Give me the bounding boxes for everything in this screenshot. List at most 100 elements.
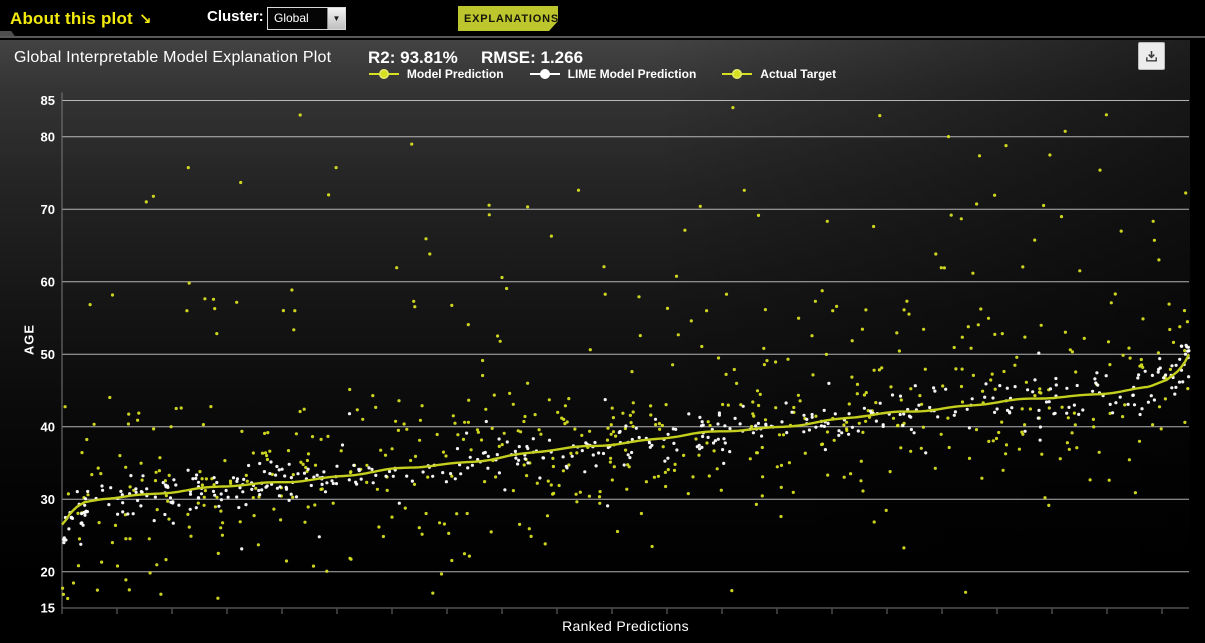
data-point-actual [455, 512, 459, 516]
data-point-lime [785, 431, 789, 435]
data-point-actual [842, 423, 846, 427]
data-point-lime [878, 401, 882, 405]
data-point-actual [220, 533, 224, 537]
data-point-actual [993, 387, 997, 391]
data-point-lime [244, 503, 248, 507]
data-point-actual [390, 447, 394, 451]
data-point-lime [823, 448, 828, 452]
cluster-select[interactable]: Global ▼ [267, 7, 346, 30]
y-tick-label: 60 [41, 274, 55, 289]
data-point-actual [939, 266, 943, 270]
data-point-lime [196, 496, 200, 500]
data-point-actual [682, 453, 686, 457]
data-point-lime [1093, 377, 1097, 381]
data-point-actual [686, 492, 690, 496]
data-point-lime [330, 479, 334, 483]
data-point-actual [941, 384, 945, 388]
data-point-lime [1178, 357, 1182, 361]
data-point-lime [1126, 402, 1130, 406]
data-point-actual [85, 437, 89, 442]
select-dropdown-arrow-icon[interactable]: ▼ [327, 8, 345, 29]
data-point-lime [277, 494, 281, 498]
data-point-lime [541, 456, 545, 460]
data-point-actual [831, 309, 835, 313]
data-point-actual [666, 468, 670, 472]
explanations-button[interactable]: EXPLANATIONS [458, 6, 558, 31]
data-point-actual [71, 581, 76, 585]
data-point-actual [498, 339, 502, 343]
data-point-lime [723, 441, 727, 445]
data-point-actual [847, 402, 851, 406]
data-point-lime [284, 486, 289, 491]
data-point-lime [917, 403, 921, 407]
data-point-actual [202, 495, 206, 499]
data-point-actual [574, 492, 578, 496]
data-point-lime [850, 425, 855, 429]
data-point-actual [1157, 405, 1162, 409]
scatter-plot-canvas[interactable]: 15 20 30 40 50 60 70 80 85 [0, 40, 1205, 643]
data-point-lime [260, 488, 264, 492]
data-point-actual [919, 446, 923, 450]
data-point-lime [79, 542, 83, 546]
data-point-lime [188, 492, 193, 496]
data-point-actual [949, 213, 953, 217]
data-point-lime [453, 477, 457, 481]
data-point-actual [487, 213, 491, 217]
data-point-lime [449, 472, 453, 476]
data-point-actual [61, 592, 65, 597]
data-point-actual [1067, 447, 1071, 451]
data-point-actual [874, 401, 878, 405]
data-point-actual [292, 328, 296, 332]
data-point-lime [274, 473, 278, 477]
data-point-lime [697, 443, 701, 447]
data-point-actual [167, 473, 171, 477]
data-point-actual [136, 418, 140, 422]
data-point-actual [1043, 496, 1047, 500]
data-point-actual [625, 487, 629, 491]
data-point-actual [707, 474, 711, 478]
data-point-lime [283, 474, 287, 478]
data-point-lime [340, 443, 345, 447]
data-point-lime [289, 476, 293, 480]
data-point-actual [299, 460, 303, 464]
data-point-lime [601, 451, 606, 456]
data-point-actual [466, 323, 470, 327]
data-point-lime [163, 512, 167, 517]
data-point-actual [656, 474, 661, 478]
data-point-actual [726, 403, 730, 407]
data-point-lime [174, 483, 178, 487]
data-point-lime [347, 478, 351, 482]
data-point-actual [905, 299, 909, 303]
data-point-lime [1067, 405, 1071, 409]
data-point-actual [451, 414, 455, 418]
about-this-plot-link[interactable]: About this plot ↘ [10, 9, 152, 29]
data-point-lime [666, 456, 670, 460]
data-point-lime [814, 425, 818, 429]
data-point-actual [349, 557, 353, 561]
y-tick-label: 85 [41, 93, 55, 108]
data-point-actual [286, 449, 291, 453]
data-point-actual [994, 436, 999, 441]
data-point-actual [888, 470, 892, 474]
data-point-actual [1167, 302, 1171, 306]
data-point-lime [83, 510, 88, 514]
data-point-actual [260, 451, 265, 455]
data-point-actual [952, 345, 956, 350]
data-point-lime [603, 398, 607, 402]
data-point-actual [1004, 144, 1008, 148]
data-point-lime [1095, 371, 1099, 375]
data-point-actual [608, 460, 613, 464]
data-point-actual [1183, 349, 1187, 353]
data-point-lime [1131, 393, 1135, 397]
data-point-actual [417, 526, 421, 530]
data-point-lime [570, 454, 574, 458]
data-point-lime [1140, 407, 1144, 411]
data-point-actual [251, 496, 255, 500]
data-point-lime [387, 469, 392, 474]
data-point-actual [850, 375, 854, 379]
data-point-actual [614, 434, 618, 438]
data-point-lime [819, 424, 824, 428]
data-point-actual [803, 451, 807, 455]
data-point-actual [95, 588, 99, 592]
data-point-actual [1139, 357, 1143, 362]
